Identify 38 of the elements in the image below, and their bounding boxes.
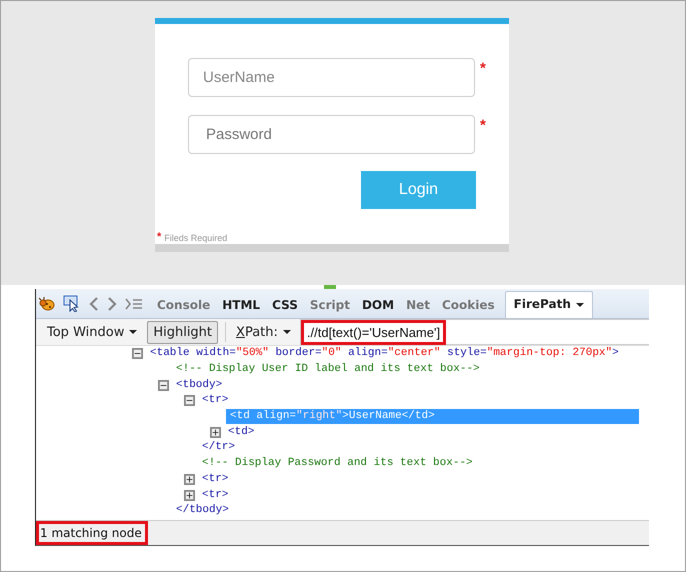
code-line[interactable]: <table width="50%" border="0" align="center" style="margin-top: 270px"> <box>148 346 621 362</box>
xpath-field[interactable]: .//td[text()='UserName'] <box>300 319 649 345</box>
required-mark: * <box>157 231 162 243</box>
xpath-expression: .//td[text()='UserName'] <box>300 320 446 344</box>
required-mark: * <box>480 60 486 77</box>
highlight-button[interactable]: Highlight <box>147 320 218 344</box>
command-line-icon[interactable] <box>125 298 143 310</box>
code-line[interactable]: <tr> <box>200 472 230 487</box>
resize-grip[interactable] <box>324 285 336 289</box>
panel-tab[interactable]: CSS <box>266 298 304 318</box>
code-line[interactable]: </tbody> <box>174 503 231 518</box>
back-icon[interactable] <box>89 296 99 310</box>
password-field[interactable]: Password <box>188 115 475 154</box>
code-comment[interactable]: <!-- Display Password and its text box--> <box>200 456 475 472</box>
collapse-toggle[interactable] <box>132 348 143 360</box>
code-line[interactable]: </tr> <box>200 440 238 456</box>
xpath-dropdown[interactable]: XPath: <box>236 324 300 340</box>
bug-icon[interactable] <box>39 296 55 310</box>
panel-tab[interactable]: DOM <box>356 298 400 318</box>
username-field[interactable]: UserName <box>188 58 475 97</box>
required-mark: * <box>480 117 486 134</box>
code-line[interactable]: <td> <box>226 424 256 440</box>
footnote-text: Fileds Required <box>164 233 228 243</box>
status-text: 1 matching node <box>36 521 148 545</box>
expand-toggle[interactable] <box>184 474 195 485</box>
code-line[interactable]: <tr> <box>200 488 230 503</box>
collapse-toggle[interactable] <box>184 395 195 406</box>
code-line[interactable]: <tbody> <box>174 378 224 393</box>
code-comment[interactable]: <!-- Display User ID label and its text box--> <box>174 362 482 378</box>
expand-toggle[interactable] <box>184 490 195 501</box>
code-line[interactable]: <tr> <box>200 393 230 408</box>
inspect-icon[interactable] <box>63 295 81 312</box>
frame-dropdown[interactable]: Top Window <box>36 324 138 340</box>
panel-tab[interactable]: HTML <box>216 298 266 318</box>
collapse-toggle[interactable] <box>158 380 169 391</box>
panel-tab[interactable]: FirePath <box>504 291 593 318</box>
expand-toggle[interactable] <box>210 426 221 438</box>
forward-icon[interactable] <box>107 296 117 310</box>
